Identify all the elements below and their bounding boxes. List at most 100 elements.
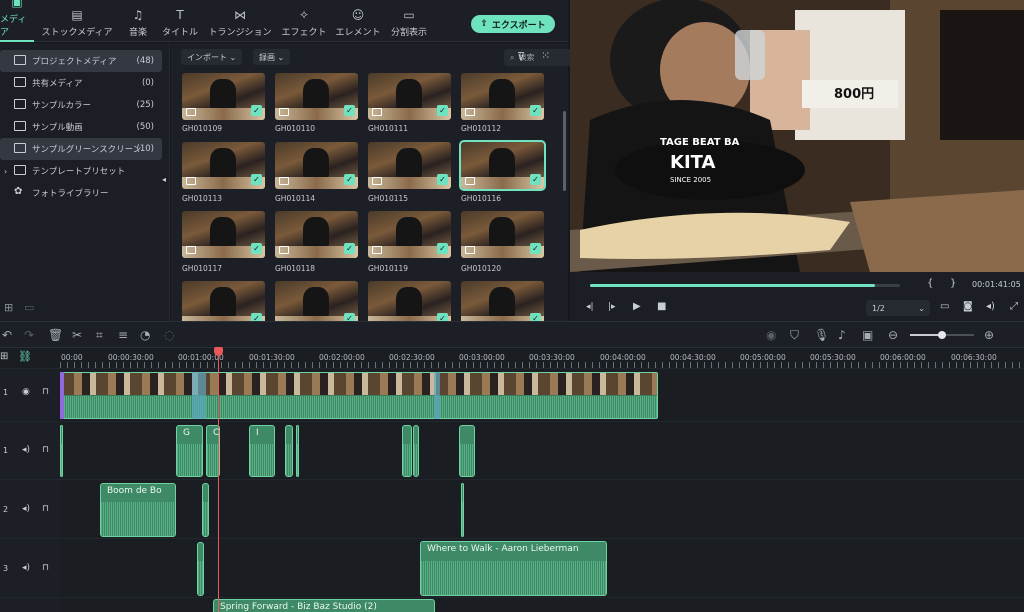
play-icon[interactable]: ▶	[633, 301, 641, 312]
folder-icon	[14, 55, 26, 65]
media-thumb[interactable]: ✓	[275, 281, 358, 321]
folder-outline-icon[interactable]: ▭	[24, 301, 34, 314]
media-thumb[interactable]: ✓	[368, 73, 451, 120]
sidebar-item-project-media[interactable]: プロジェクトメディア (48)	[0, 50, 162, 72]
sidebar-item-sample-video[interactable]: サンプル動画 (50)	[0, 116, 162, 138]
speaker-icon[interactable]: ◂)	[22, 504, 30, 514]
redo-icon[interactable]: ↷	[24, 328, 34, 342]
render-icon[interactable]: ◉	[766, 328, 776, 342]
media-thumb[interactable]: ✓	[368, 281, 451, 321]
fullscreen-icon[interactable]: ⤢	[1010, 301, 1018, 312]
media-thumb[interactable]: ✓	[182, 281, 265, 321]
stop-icon[interactable]: ■	[657, 301, 666, 312]
lock-icon[interactable]: ⊓	[42, 563, 49, 573]
speaker-icon[interactable]: ◂)	[22, 445, 30, 455]
tab-transition[interactable]: ⋈ トランジション	[206, 0, 274, 42]
crop-icon[interactable]: ⌗	[96, 328, 103, 342]
record-dropdown[interactable]: 録画 ⌄	[253, 49, 291, 65]
previous-frame-icon[interactable]: ◂|	[586, 302, 594, 312]
export-button[interactable]: ⇪ エクスポート	[471, 15, 555, 33]
filter-icon[interactable]: ⊽	[517, 50, 525, 63]
volume-icon[interactable]: ◂)	[986, 301, 995, 312]
media-scrollbar[interactable]	[563, 111, 566, 191]
new-folder-icon[interactable]: ⊞	[4, 301, 13, 314]
playhead-handle[interactable]	[214, 347, 223, 356]
audio-clip[interactable]	[413, 425, 419, 477]
tab-title[interactable]: T タイトル	[160, 0, 200, 42]
tab-music[interactable]: ♫ 音楽	[122, 0, 154, 42]
audio-clip[interactable]	[60, 425, 63, 477]
audio-clip[interactable]	[402, 425, 412, 477]
audio-clip-where-to-walk[interactable]: Where to Walk - Aaron Lieberman	[420, 541, 607, 596]
audio-mix-icon[interactable]: ♪	[838, 328, 846, 342]
tab-media[interactable]: ▣ メディア	[0, 0, 34, 42]
next-frame-icon[interactable]: |▸	[608, 302, 616, 312]
tab-split-screen[interactable]: ▭ 分割表示	[388, 0, 430, 42]
video-icon	[186, 177, 196, 185]
audio-clip[interactable]	[197, 542, 204, 596]
cut-icon[interactable]: ✂	[72, 328, 82, 342]
audio-clip[interactable]: I	[249, 425, 275, 477]
tab-stock-media[interactable]: ▤ ストックメディア	[40, 0, 114, 42]
sidebar-item-template-preset[interactable]: › テンプレートプリセット	[0, 160, 162, 182]
speed-icon[interactable]: ◔	[140, 328, 150, 342]
audio-clip[interactable]	[296, 425, 299, 477]
media-thumb[interactable]: ✓	[182, 211, 265, 258]
marker-icon[interactable]: ⛉	[790, 328, 799, 342]
media-thumb[interactable]: ✓	[368, 142, 451, 189]
monitor-icon[interactable]: ▭	[940, 301, 949, 312]
media-thumb[interactable]: ✓	[461, 281, 544, 321]
preview-frame: TAGE BEAT BA KITA SINCE 2005 800円	[570, 0, 1024, 272]
undo-icon[interactable]: ↶	[2, 328, 12, 342]
snapshot-icon[interactable]: ◙	[963, 301, 973, 312]
lock-icon[interactable]: ⊓	[42, 504, 49, 514]
link-icon[interactable]: ⛓	[18, 350, 32, 363]
microphone-icon[interactable]: 🎙	[814, 328, 829, 342]
mark-in-button[interactable]: {	[927, 278, 933, 289]
sidebar-item-sample-green-screen[interactable]: サンプルグリーンスクリーン (10)	[0, 138, 162, 160]
media-thumb[interactable]: ✓	[182, 73, 265, 120]
audio-track-3: 3 ◂) ⊓ Where to Walk - Aaron Lieberman	[0, 538, 1024, 597]
sidebar-item-shared-media[interactable]: 共有メディア (0)	[0, 72, 162, 94]
ratio-dropdown[interactable]: 1/2 ⌄	[866, 300, 930, 316]
media-thumb[interactable]: ✓	[275, 142, 358, 189]
audio-clip[interactable]	[285, 425, 293, 477]
import-dropdown[interactable]: インポート ⌄	[181, 49, 243, 65]
media-thumb[interactable]: ✓	[182, 142, 265, 189]
audio-clip[interactable]	[459, 425, 475, 477]
tab-element[interactable]: ☺ エレメント	[334, 0, 382, 42]
mark-out-button[interactable]: }	[950, 278, 956, 289]
audio-clip[interactable]: G	[176, 425, 203, 477]
preview-progress-track[interactable]	[590, 284, 900, 287]
adjust-icon[interactable]: ≡	[118, 328, 128, 342]
zoom-slider-handle[interactable]	[938, 331, 946, 339]
audio-clip[interactable]	[202, 483, 209, 537]
add-track-icon[interactable]: ⊞	[0, 351, 8, 362]
delete-icon[interactable]: 🗑	[48, 328, 63, 342]
eye-icon[interactable]: ◉	[22, 387, 30, 397]
speaker-icon[interactable]: ◂)	[22, 563, 30, 573]
grid-view-icon[interactable]: ⁙	[541, 49, 550, 62]
media-thumb[interactable]: ✓	[275, 73, 358, 120]
zoom-out-icon[interactable]: ⊖	[888, 328, 898, 342]
sidebar-item-photo-library[interactable]: ✿ フォトライブラリー	[0, 182, 162, 204]
media-thumb[interactable]: ✓	[368, 211, 451, 258]
audio-clip[interactable]	[461, 483, 464, 537]
media-thumb[interactable]: ✓	[275, 211, 358, 258]
media-thumb[interactable]: ✓	[461, 73, 544, 120]
video-clip[interactable]	[61, 372, 658, 419]
audio-clip-boom-de-bo[interactable]: Boom de Bo	[100, 483, 176, 537]
zoom-in-icon[interactable]: ⊕	[984, 328, 994, 342]
detach-icon[interactable]: ◌	[164, 328, 174, 342]
lock-icon[interactable]: ⊓	[42, 445, 49, 455]
audio-clip-spring-forward[interactable]: Spring Forward - Biz Baz Studio (2)	[213, 599, 435, 612]
media-thumb-selected[interactable]: ✓	[459, 140, 546, 191]
subtitle-icon[interactable]: ▣	[862, 328, 873, 342]
media-thumb[interactable]: ✓	[461, 211, 544, 258]
sidebar-item-sample-color[interactable]: サンプルカラー (25)	[0, 94, 162, 116]
collapse-sidebar-icon[interactable]: ◂	[162, 175, 166, 184]
lock-icon[interactable]: ⊓	[42, 387, 49, 397]
playhead[interactable]	[218, 348, 219, 612]
tab-effect[interactable]: ✧ エフェクト	[280, 0, 328, 42]
zoom-slider[interactable]	[910, 331, 974, 339]
